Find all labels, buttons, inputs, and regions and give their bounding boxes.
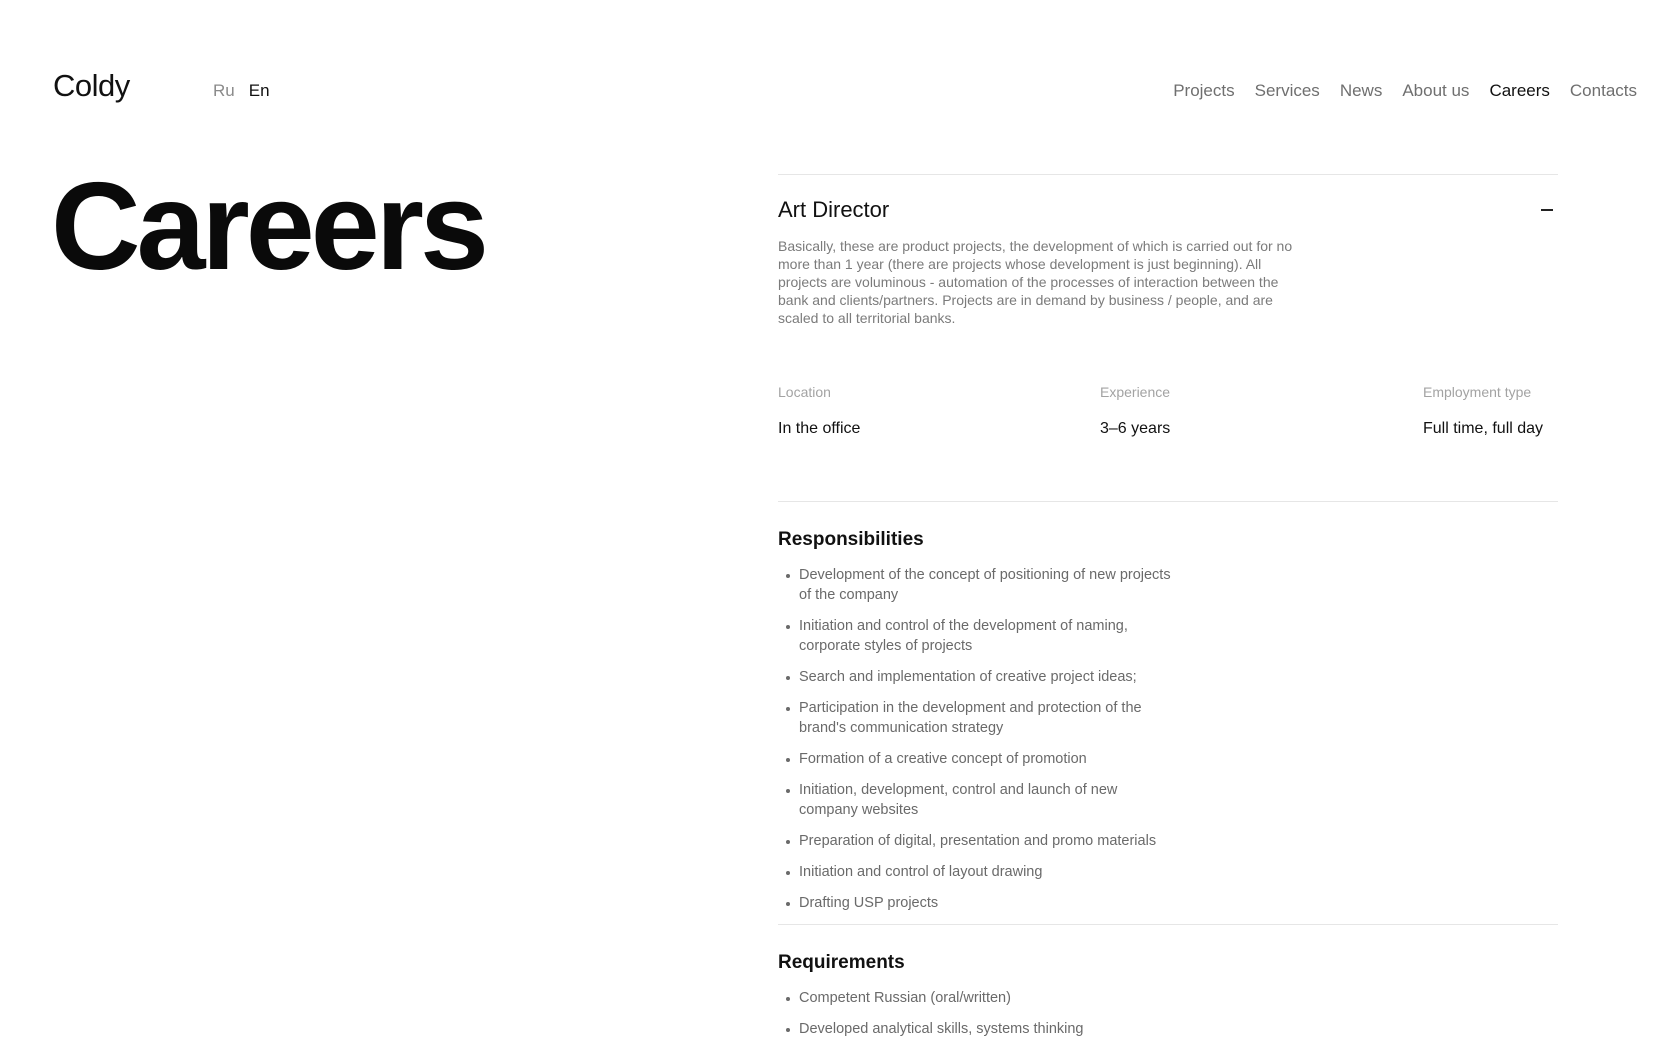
divider-responsibilities	[778, 924, 1558, 925]
list-item: Initiation and control of layout drawing	[778, 862, 1178, 882]
lang-en[interactable]: En	[249, 82, 270, 99]
responsibilities-title: Responsibilities	[778, 529, 924, 550]
job-header[interactable]: Art Director	[778, 197, 1558, 227]
responsibilities-list: Development of the concept of positionin…	[778, 565, 1178, 913]
list-item: Development of the concept of positionin…	[778, 565, 1178, 605]
nav-careers[interactable]: Careers	[1489, 82, 1549, 99]
requirements-title: Requirements	[778, 952, 905, 973]
list-item: Formation of a creative concept of promo…	[778, 749, 1178, 769]
meta-experience-value: 3–6 years	[1100, 420, 1171, 437]
meta-employment-value: Full time, full day	[1423, 420, 1544, 437]
responsibilities-section: Responsibilities Development of the conc…	[778, 530, 1558, 913]
list-item: Developed analytical skills, systems thi…	[778, 1019, 1178, 1039]
meta-location-label: Location	[778, 384, 831, 400]
job-meta: Location In the office Experience 3–6 ye…	[778, 385, 1558, 443]
list-item: Drafting USP projects	[778, 893, 1178, 913]
meta-experience-label: Experience	[1100, 384, 1171, 400]
job-title: Art Director	[778, 197, 890, 222]
nav-about-us[interactable]: About us	[1402, 82, 1469, 99]
minus-icon[interactable]	[1536, 199, 1558, 221]
job-description: Basically, these are product projects, t…	[778, 238, 1293, 326]
nav-news[interactable]: News	[1340, 82, 1383, 99]
list-item: Participation in the development and pro…	[778, 698, 1178, 738]
nav-contacts[interactable]: Contacts	[1570, 82, 1637, 99]
requirements-list: Competent Russian (oral/written) Develop…	[778, 988, 1178, 1039]
logo[interactable]: Coldy	[53, 70, 130, 101]
page: Coldy Ru En Projects Services News About…	[0, 0, 1680, 1050]
divider-meta	[778, 501, 1558, 502]
list-item: Initiation and control of the developmen…	[778, 616, 1178, 656]
nav-projects[interactable]: Projects	[1173, 82, 1234, 99]
page-title: Careers	[51, 158, 489, 296]
list-item: Search and implementation of creative pr…	[778, 667, 1178, 687]
divider-top	[778, 174, 1558, 175]
meta-employment: Employment type Full time, full day	[1423, 385, 1543, 437]
meta-employment-label: Employment type	[1423, 384, 1532, 400]
meta-experience: Experience 3–6 years	[1100, 385, 1170, 437]
lang-ru[interactable]: Ru	[213, 82, 235, 99]
nav-services[interactable]: Services	[1255, 82, 1320, 99]
list-item: Preparation of digital, presentation and…	[778, 831, 1178, 851]
main-nav: Projects Services News About us Careers …	[1173, 82, 1637, 99]
requirements-section: Requirements Competent Russian (oral/wri…	[778, 953, 1558, 1039]
language-switcher: Ru En	[213, 82, 270, 99]
list-item: Initiation, development, control and lau…	[778, 780, 1178, 820]
meta-location: Location In the office	[778, 385, 860, 437]
list-item: Competent Russian (oral/written)	[778, 988, 1178, 1008]
meta-location-value: In the office	[778, 420, 861, 437]
job-posting: Art Director Basically, these are produc…	[778, 174, 1558, 1050]
